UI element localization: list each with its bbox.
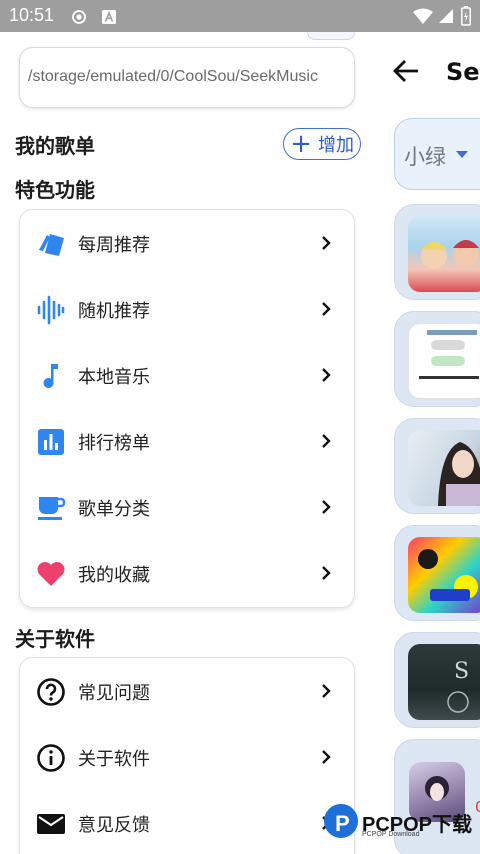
feature-label: 本地音乐 [78,367,150,388]
album-card[interactable]: S [394,632,480,728]
album-card[interactable] [394,525,480,621]
chevron-right-icon [322,750,331,764]
pcpop-watermark: P PCPOP下载 PCPOP Download [324,800,480,854]
add-playlist-button[interactable]: + 增加 [283,128,361,160]
plus-icon: + [290,129,312,159]
navigation-drawer: /storage/emulated/0/CoolSou/SeekMusic 我的… [0,32,372,854]
feature-charts[interactable]: 排行榜单 [20,408,356,474]
album-cover [408,216,480,292]
status-time: 10:51 [9,5,55,25]
music-note-icon [43,364,58,389]
storage-path-text: /storage/emulated/0/CoolSou/SeekMusic [28,68,318,85]
source-dropdown[interactable]: 小绿 [394,118,480,190]
features-title: 特色功能 [15,178,95,202]
cards-icon [39,234,64,256]
my-playlists-title: 我的歌单 [15,134,95,158]
feature-label: 排行榜单 [78,433,150,454]
chevron-right-icon [322,684,331,698]
album-cover [408,323,480,399]
about-label: 关于软件 [78,749,150,770]
watermark-logo-icon: P [324,804,358,838]
about-label: 意见反馈 [78,815,150,836]
feature-label: 歌单分类 [78,499,150,520]
help-circle-icon [37,678,65,706]
wifi-icon [413,8,433,24]
about-label: 常见问题 [78,683,150,704]
add-playlist-label: 增加 [318,135,354,156]
chevron-right-icon [322,500,331,514]
record-icon [72,10,86,24]
about-card: 常见问题 关于软件 意见反馈 [19,657,355,854]
info-circle-icon [37,744,65,772]
feature-weekly-recommend[interactable]: 每周推荐 [20,210,356,276]
watermark-subtext: PCPOP Download [362,831,420,838]
chevron-right-icon [322,236,331,250]
feature-label: 每周推荐 [78,235,150,256]
dropdown-value: 小绿 [404,145,446,169]
main-screen-partial: See 小绿 S 0 [372,32,480,854]
screen-title-partial: See [446,58,480,86]
feature-my-favorites[interactable]: 我的收藏 [20,540,356,606]
feature-local-music[interactable]: 本地音乐 [20,342,356,408]
chevron-right-icon [322,368,331,382]
battery-icon [461,6,471,26]
album-cover: S [408,644,480,720]
about-title: 关于软件 [15,627,95,651]
album-cover [408,537,480,613]
album-cover [408,430,480,506]
about-feedback[interactable]: 意见反馈 [20,790,356,854]
features-card: 每周推荐 随机推荐 本地音乐 排行榜单 歌单分类 我的收藏 [19,209,355,608]
album-card[interactable] [394,418,480,514]
album-card[interactable] [394,311,480,407]
top-button-stub[interactable] [307,32,355,40]
about-software[interactable]: 关于软件 [20,724,356,790]
heart-icon [37,562,65,586]
chevron-right-icon [322,434,331,448]
chevron-right-icon [322,566,331,580]
cup-icon [38,497,66,520]
album-card[interactable] [394,204,480,300]
mail-icon [37,814,65,834]
feature-random-recommend[interactable]: 随机推荐 [20,276,356,342]
storage-path-field[interactable]: /storage/emulated/0/CoolSou/SeekMusic [19,47,355,108]
caret-down-icon [456,151,468,158]
about-faq[interactable]: 常见问题 [20,658,356,724]
feature-label: 我的收藏 [78,565,150,586]
feature-label: 随机推荐 [78,301,150,322]
chevron-right-icon [322,302,331,316]
waveform-icon [37,295,65,325]
font-a-icon [102,10,116,24]
back-arrow-icon[interactable] [392,58,420,84]
status-bar: 10:51 [0,0,480,32]
bar-chart-icon [38,429,64,455]
svg-text:S: S [454,659,469,684]
signal-icon [439,9,453,23]
feature-playlist-categories[interactable]: 歌单分类 [20,474,356,540]
